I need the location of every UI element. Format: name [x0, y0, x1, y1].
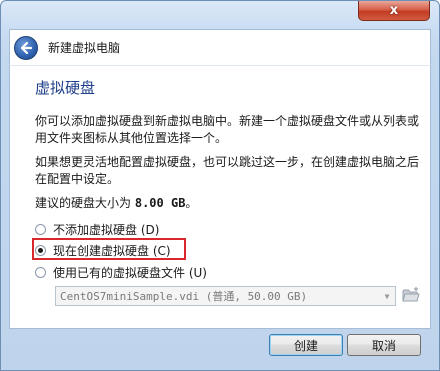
radio-existing-disk[interactable]	[35, 266, 46, 278]
choose-file-button[interactable]	[402, 286, 420, 304]
option-existing-disk-label: 使用已有的虚拟硬盘文件 (U)	[53, 265, 207, 280]
close-button[interactable]: x	[358, 1, 430, 21]
cancel-button[interactable]: 取消	[347, 334, 421, 356]
wizard-content: 虚拟硬盘 你可以添加虚拟硬盘到新虚拟电脑中。新建一个虚拟硬盘文件或从列表或用文件…	[9, 65, 431, 329]
wizard-window: x 新建虚拟电脑 虚拟硬盘 你可以添加虚拟硬盘到新虚拟电脑中。新建一个虚拟硬盘文…	[0, 0, 440, 371]
size-prefix: 建议的硬盘大小为	[35, 196, 132, 210]
size-suffix: 。	[185, 196, 198, 210]
existing-disk-select[interactable]: CentOS7miniSample.vdi (普通, 50.00 GB) ▼	[55, 286, 396, 306]
size-value: 8.00 GB	[134, 196, 186, 210]
folder-icon	[402, 287, 420, 302]
dropdown-arrow-icon[interactable]: ▼	[379, 287, 395, 305]
annotation-highlight-box	[32, 238, 186, 260]
existing-disk-value: CentOS7miniSample.vdi (普通, 50.00 GB)	[60, 290, 308, 303]
window-title: 新建虚拟电脑	[48, 41, 121, 55]
description-text-2: 如果想更灵活地配置虚拟硬盘，也可以跳过这一步，在创建虚拟电脑之后在配置中设定。	[35, 155, 420, 186]
description-text-1: 你可以添加虚拟硬盘到新虚拟电脑中。新建一个虚拟硬盘文件或从列表或用文件夹图标从其…	[35, 114, 420, 145]
wizard-header: 新建虚拟电脑	[9, 29, 431, 65]
recommended-size-text: 建议的硬盘大小为 8.00 GB。	[35, 194, 197, 211]
option-existing-disk[interactable]: 使用已有的虚拟硬盘文件 (U)	[35, 263, 207, 281]
back-button[interactable]	[14, 36, 38, 60]
option-no-disk[interactable]: 不添加虚拟硬盘 (D)	[35, 220, 159, 238]
close-icon: x	[389, 3, 399, 18]
option-no-disk-label: 不添加虚拟硬盘 (D)	[53, 222, 160, 237]
back-arrow-icon	[20, 41, 33, 55]
create-button[interactable]: 创建	[269, 334, 343, 356]
page-title: 虚拟硬盘	[35, 79, 96, 97]
radio-no-disk[interactable]	[35, 223, 46, 235]
